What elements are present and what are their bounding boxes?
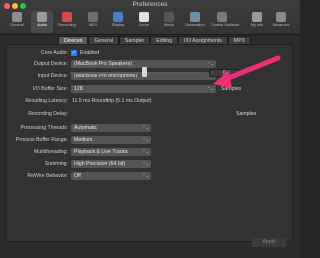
toolbar-score-button[interactable]: Score	[133, 11, 155, 33]
person-icon	[252, 12, 262, 22]
record-icon	[62, 12, 72, 22]
rewire-behavior-value: Off	[74, 173, 81, 179]
buffer-size-label: I/O Buffer Size:	[32, 86, 68, 92]
toolbar-general-button[interactable]: General	[6, 11, 28, 33]
recording-delay-slider-knob[interactable]	[142, 67, 147, 77]
toolbar-automation-button[interactable]: Automation	[184, 11, 206, 33]
core-audio-checkbox[interactable]: ✓	[71, 50, 77, 56]
processing-threads-label: Processing Threads:	[20, 125, 68, 131]
buffer-size-popup[interactable]: 128 ⌃⌄	[71, 85, 216, 93]
toolbar-midi-button[interactable]: MIDI	[82, 11, 104, 33]
preferences-window: Preferences General Audio Recording MIDI Dis…	[0, 0, 300, 258]
toolbar-item-label: Display	[111, 23, 125, 27]
toolbar-item-label: Advanced	[272, 23, 290, 27]
chevron-updown-icon: ⌃⌄	[142, 149, 149, 154]
resulting-latency-value: 11.5 ms Roundtrip (5.1 ms Output)	[72, 98, 152, 104]
toolbar-recording-button[interactable]: Recording	[56, 11, 78, 33]
summing-value: High Precision (64 bit)	[74, 161, 126, 167]
process-buffer-range-value: Medium	[74, 137, 93, 143]
multithreading-popup[interactable]: Playback & Live Tracks ⌃⌄	[71, 148, 151, 156]
display-icon	[113, 12, 123, 22]
gear-icon	[276, 12, 286, 22]
chevron-updown-icon: ⌃⌄	[142, 125, 149, 130]
chevron-updown-icon: ⌃⌄	[142, 137, 149, 142]
rewire-behavior-label: ReWire Behavior:	[27, 173, 68, 179]
toolbar-item-label: My Info	[250, 23, 264, 27]
recording-delay-slider-track[interactable]	[70, 72, 205, 74]
toolbar-display-button[interactable]: Display	[107, 11, 129, 33]
chevron-updown-icon: ⌃⌄	[142, 161, 149, 166]
toolbar-item-label: Audio	[37, 23, 47, 27]
buffer-size-value: 128	[74, 86, 83, 92]
multithreading-label: Multithreading:	[33, 149, 68, 155]
chevron-updown-icon: ⌃⌄	[142, 173, 149, 178]
core-audio-enabled-label: Enabled	[80, 50, 100, 56]
process-buffer-range-popup[interactable]: Medium ⌃⌄	[71, 136, 151, 144]
recording-delay-label: Recording Delay:	[28, 111, 68, 117]
preferences-toolbar: General Audio Recording MIDI Display Score Mov…	[6, 11, 294, 33]
core-audio-label: Core Audio:	[40, 50, 68, 56]
movie-icon	[164, 12, 174, 22]
midi-icon	[88, 12, 98, 22]
chevron-updown-icon: ⌃⌄	[207, 86, 214, 91]
recording-delay-stepper[interactable]: ‹ 0 ›	[209, 69, 241, 77]
control-surfaces-icon	[217, 12, 227, 22]
buffer-size-unit: Samples	[221, 86, 242, 92]
title-bar: Preferences General Audio Recording MIDI Dis…	[0, 0, 300, 35]
toolbar-my-info-button[interactable]: My Info	[246, 11, 268, 33]
processing-threads-popup[interactable]: Automatic ⌃⌄	[71, 124, 151, 132]
toolbar-item-label: MIDI	[88, 23, 97, 27]
recording-delay-value: 0	[223, 70, 226, 76]
toolbar-movie-button[interactable]: Movie	[158, 11, 180, 33]
summing-label: Summing:	[44, 161, 68, 167]
chevron-updown-icon: ⌃⌄	[207, 61, 214, 66]
processing-threads-value: Automatic	[74, 125, 98, 131]
recording-delay-unit: Samples	[236, 111, 257, 117]
resulting-latency-label: Resulting Latency:	[25, 98, 68, 104]
input-device-label: Input Device:	[37, 73, 68, 79]
toolbar-item-label: General	[10, 23, 24, 27]
toolbar-item-label: Recording	[58, 23, 76, 27]
summing-popup[interactable]: High Precision (64 bit) ⌃⌄	[71, 160, 151, 168]
process-buffer-range-label: Process Buffer Range:	[15, 137, 68, 143]
toolbar-item-label: Score	[139, 23, 149, 27]
window-title: Preferences	[132, 1, 168, 8]
decrement-icon[interactable]: ‹	[212, 70, 214, 77]
apply-button[interactable]: Apply	[252, 238, 286, 247]
multithreading-value: Playback & Live Tracks	[74, 149, 128, 155]
speaker-icon	[37, 12, 47, 22]
toolbar-item-label: Automation	[185, 23, 205, 27]
rewire-behavior-popup[interactable]: Off ⌃⌄	[71, 172, 151, 180]
toolbar-advanced-button[interactable]: Advanced	[270, 11, 292, 33]
toolbar-audio-button[interactable]: Audio	[31, 11, 53, 33]
switch-icon	[12, 12, 22, 22]
toolbar-item-label: Control Surfaces	[211, 23, 240, 27]
score-icon	[139, 12, 149, 22]
toolbar-item-label: Movie	[163, 23, 175, 27]
increment-icon[interactable]: ›	[236, 70, 238, 77]
output-device-value: (MacBook Pro Speakers)	[74, 61, 132, 67]
toolbar-control-surfaces-button[interactable]: Control Surfaces	[211, 11, 240, 33]
output-device-label: Output Device:	[33, 61, 68, 67]
automation-icon	[190, 12, 200, 22]
